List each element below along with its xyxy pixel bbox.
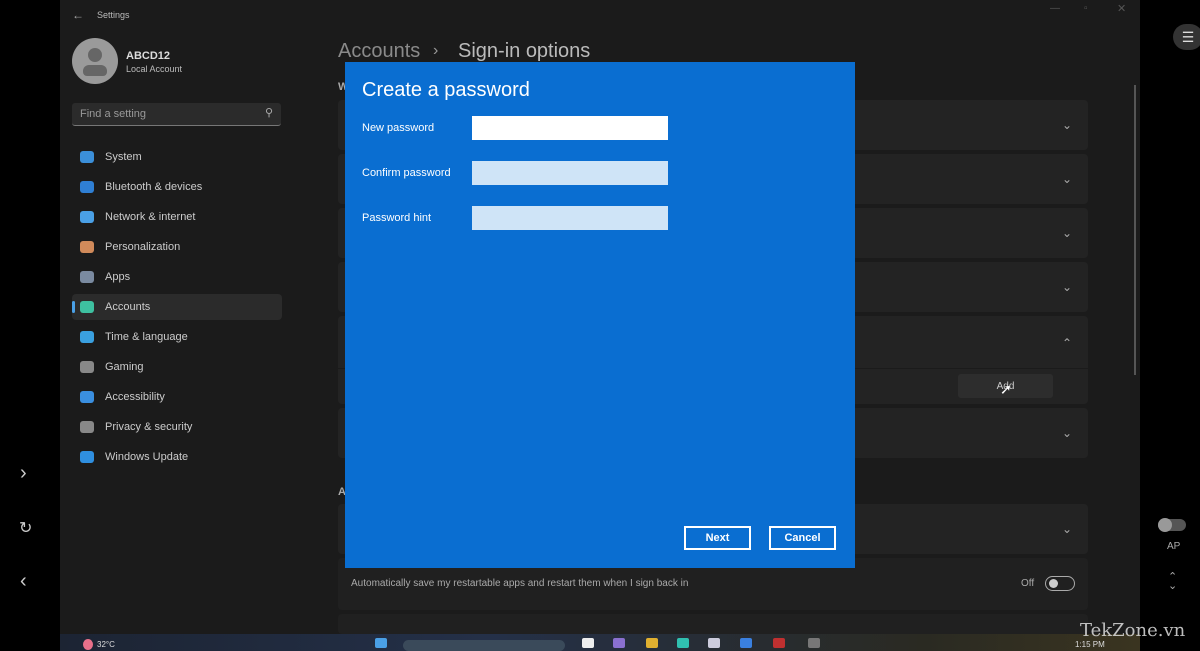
restart-apps-toggle[interactable] xyxy=(1045,576,1075,591)
back-arrow-icon[interactable]: ← xyxy=(72,8,84,22)
sidebar-icon xyxy=(80,391,94,403)
password-hint-label: Password hint xyxy=(362,212,432,224)
ap-label: AP xyxy=(1167,541,1181,552)
sidebar-icon xyxy=(80,271,94,283)
sidebar-icon xyxy=(80,241,94,253)
sidebar-icon xyxy=(80,211,94,223)
create-password-dialog: Create a password New password Confirm p… xyxy=(345,62,855,568)
sidebar-icon xyxy=(80,301,94,313)
breadcrumb-accounts[interactable]: Accounts xyxy=(338,40,420,63)
sidebar-item-gaming[interactable]: Gaming xyxy=(72,354,282,380)
sidebar-item-label: System xyxy=(105,151,142,163)
file-explorer-icon[interactable] xyxy=(646,638,658,648)
taskbar: 32°C 1:15 PM xyxy=(60,634,1140,651)
refresh-icon[interactable]: ↻ xyxy=(19,518,32,538)
chevron-up-icon[interactable]: ⌃ xyxy=(1062,336,1072,350)
sidebar-icon xyxy=(80,181,94,193)
expand-collapse-icon[interactable]: ⌃ ⌄ xyxy=(1168,572,1177,592)
sidebar-item-label: Time & language xyxy=(105,331,188,343)
chevron-down-icon[interactable]: ⌄ xyxy=(1062,522,1072,536)
minimize-icon[interactable]: — xyxy=(1050,3,1060,14)
weather-temp: 32°C xyxy=(97,640,115,649)
sidebar-item-label: Network & internet xyxy=(105,211,196,223)
sidebar-icon xyxy=(80,421,94,433)
app-icon[interactable] xyxy=(740,638,752,648)
sidebar-item-label: Accounts xyxy=(105,301,151,313)
sidebar-item-time-language[interactable]: Time & language xyxy=(72,324,282,350)
dialog-title: Create a password xyxy=(362,79,530,101)
sidebar-item-accounts[interactable]: Accounts xyxy=(72,294,282,320)
sidebar-item-bluetooth-devices[interactable]: Bluetooth & devices xyxy=(72,174,282,200)
search-placeholder: Find a setting xyxy=(80,108,147,120)
sidebar-item-network-internet[interactable]: Network & internet xyxy=(72,204,282,230)
sidebar-item-label: Gaming xyxy=(105,361,144,373)
watermark: TekZone.vn xyxy=(1080,620,1186,641)
chevron-right-icon[interactable]: › xyxy=(20,462,27,485)
sidebar-icon xyxy=(80,361,94,373)
avatar xyxy=(72,38,118,84)
sidebar-item-label: Accessibility xyxy=(105,391,165,403)
sidebar-item-personalization[interactable]: Personalization xyxy=(72,234,282,260)
account-type: Local Account xyxy=(126,64,183,74)
sidebar-item-system[interactable]: System xyxy=(72,144,282,170)
menu-icon[interactable]: ☰ xyxy=(1173,24,1200,50)
chevron-down-icon[interactable]: ⌄ xyxy=(1062,118,1072,132)
edge-icon[interactable] xyxy=(677,638,689,648)
sidebar-item-label: Bluetooth & devices xyxy=(105,181,203,193)
sidebar-icon xyxy=(80,451,94,463)
mouse-cursor-icon: ➚ xyxy=(1000,381,1012,397)
confirm-password-label: Confirm password xyxy=(362,167,451,179)
sidebar-item-accessibility[interactable]: Accessibility xyxy=(72,384,282,410)
confirm-password-input[interactable] xyxy=(472,161,668,185)
scrollbar[interactable] xyxy=(1134,85,1136,375)
restart-apps-label: Automatically save my restartable apps a… xyxy=(351,578,689,589)
next-button[interactable]: Next xyxy=(684,526,751,550)
sidebar-icon xyxy=(80,151,94,163)
new-password-input[interactable] xyxy=(472,116,668,140)
chevron-down-icon[interactable]: ⌄ xyxy=(1062,226,1072,240)
task-view-icon[interactable] xyxy=(582,638,594,648)
cancel-button[interactable]: Cancel xyxy=(769,526,836,550)
breadcrumb-separator: › xyxy=(433,42,439,59)
weather-icon xyxy=(83,639,93,650)
selection-indicator xyxy=(72,301,75,313)
sidebar-item-label: Personalization xyxy=(105,241,181,253)
close-icon[interactable]: ✕ xyxy=(1117,2,1126,15)
user-name: ABCD12 xyxy=(126,50,171,62)
sidebar-item-label: Apps xyxy=(105,271,131,283)
settings-icon[interactable] xyxy=(808,638,820,648)
chevron-down-icon[interactable]: ⌄ xyxy=(1062,172,1072,186)
sidebar-item-label: Windows Update xyxy=(105,451,189,463)
sidebar-item-windows-update[interactable]: Windows Update xyxy=(72,444,282,470)
search-input[interactable]: Find a setting ⚲ xyxy=(72,103,281,126)
app-icon[interactable] xyxy=(613,638,625,648)
new-password-label: New password xyxy=(362,122,435,134)
window-title: Settings xyxy=(97,10,130,20)
taskbar-search[interactable] xyxy=(403,640,565,651)
chevron-down-icon[interactable]: ⌄ xyxy=(1062,280,1072,294)
sidebar-item-privacy-security[interactable]: Privacy & security xyxy=(72,414,282,440)
ap-toggle[interactable] xyxy=(1158,518,1186,532)
maximize-icon[interactable]: ▫ xyxy=(1084,3,1088,14)
chevron-left-icon[interactable]: ‹ xyxy=(20,570,27,593)
start-icon[interactable] xyxy=(375,638,387,648)
sidebar-item-apps[interactable]: Apps xyxy=(72,264,282,290)
clock-time: 1:15 PM xyxy=(1075,640,1105,649)
store-icon[interactable] xyxy=(708,638,720,648)
chevron-down-icon[interactable]: ⌄ xyxy=(1062,426,1072,440)
search-icon: ⚲ xyxy=(264,107,273,119)
page-title: Sign-in options xyxy=(458,40,591,62)
restart-apps-state: Off xyxy=(1021,578,1035,589)
mail-icon[interactable] xyxy=(773,638,785,648)
sidebar-icon xyxy=(80,331,94,343)
settings-card xyxy=(338,614,1088,634)
password-hint-input[interactable] xyxy=(472,206,668,230)
sidebar-item-label: Privacy & security xyxy=(105,421,193,433)
